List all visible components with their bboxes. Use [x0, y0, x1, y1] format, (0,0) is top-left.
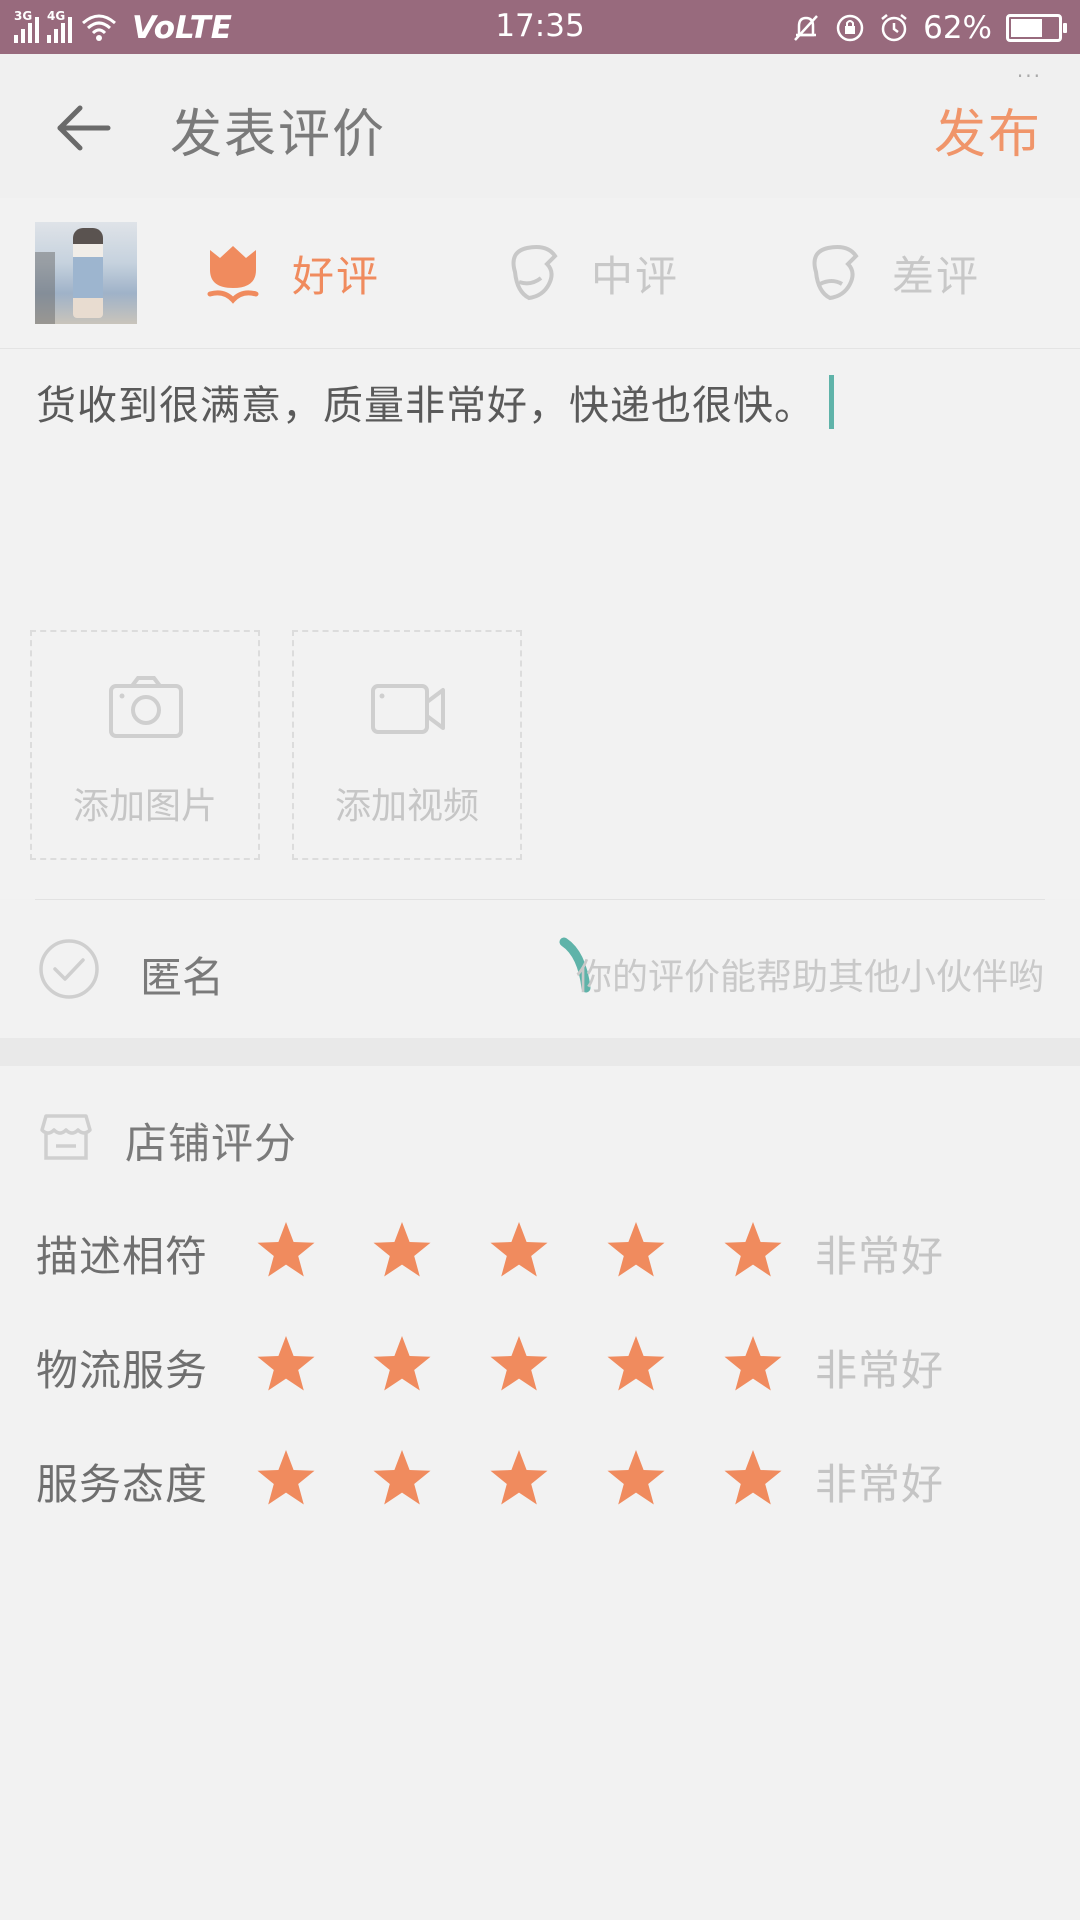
- rating-category-label: 服务态度: [36, 1460, 209, 1509]
- alarm-icon: [881, 14, 907, 42]
- more-indicator: ···: [1016, 64, 1042, 88]
- app-header: 发表评价 ··· 发布: [0, 54, 1080, 198]
- review-textarea[interactable]: 货收到很满意，质量非常好，快递也很快。: [36, 373, 834, 431]
- bad-face-icon: [812, 245, 859, 301]
- rating-selector: 好评 中评 差评: [0, 198, 1080, 349]
- text-caret: [829, 375, 834, 429]
- camera-icon: [109, 676, 183, 738]
- anonymous-hint: 你的评价能帮助其他小伙伴哟: [575, 957, 1044, 998]
- battery-percent: 62%: [923, 10, 992, 46]
- rating-category-label: 物流服务: [36, 1346, 209, 1395]
- anonymous-label: 匿名: [140, 953, 225, 1002]
- status-bar: 3G 4G VoLTE 17:35 62%: [0, 0, 1080, 54]
- shop-rating-row: 描述相符 非常好: [0, 1211, 1080, 1291]
- page-title: 发表评价: [170, 105, 387, 165]
- flower-icon: [207, 246, 259, 304]
- rating-option-label: 好评: [292, 251, 381, 301]
- rating-option-label: 中评: [591, 251, 680, 301]
- star-icon[interactable]: [256, 1447, 316, 1509]
- star-icon[interactable]: [489, 1219, 549, 1281]
- star-icon[interactable]: [256, 1219, 316, 1281]
- add-photo-label: 添加图片: [72, 786, 217, 827]
- review-text-value: 货收到很满意，质量非常好，快递也很快。: [36, 383, 815, 429]
- star-icon[interactable]: [606, 1333, 666, 1395]
- add-photo-button[interactable]: 添加图片: [30, 630, 260, 860]
- add-video-label: 添加视频: [334, 786, 479, 827]
- product-thumbnail: [35, 222, 137, 324]
- status-right: 62%: [791, 8, 1067, 48]
- star-icon[interactable]: [372, 1333, 432, 1395]
- mute-bell-icon: [794, 15, 819, 41]
- anonymous-checkbox-icon[interactable]: [38, 938, 100, 1000]
- rating-category-label: 描述相符: [36, 1232, 209, 1281]
- shop-rating-row: 服务态度 非常好: [0, 1439, 1080, 1519]
- neutral-face-icon: [511, 245, 558, 301]
- store-icon: [40, 1114, 92, 1160]
- add-video-button[interactable]: 添加视频: [292, 630, 522, 860]
- rating-verdict: 非常好: [815, 1232, 945, 1281]
- star-icon[interactable]: [256, 1333, 316, 1395]
- rating-verdict: 非常好: [815, 1460, 945, 1509]
- rating-option-good[interactable]: 好评: [204, 236, 380, 310]
- rating-option-label: 差评: [892, 251, 981, 301]
- rating-option-bad[interactable]: 差评: [806, 236, 980, 310]
- anonymous-row: 匿名 你的评价能帮助其他小伙伴哟: [0, 900, 1080, 1038]
- star-icon[interactable]: [489, 1333, 549, 1395]
- star-icon[interactable]: [606, 1447, 666, 1509]
- star-icon[interactable]: [723, 1333, 783, 1395]
- star-icon[interactable]: [723, 1219, 783, 1281]
- battery-icon: [1006, 14, 1067, 42]
- star-icon[interactable]: [372, 1219, 432, 1281]
- section-separator: [0, 1038, 1080, 1066]
- star-icon[interactable]: [723, 1447, 783, 1509]
- star-icon[interactable]: [489, 1447, 549, 1509]
- shop-rating-row: 物流服务 非常好: [0, 1325, 1080, 1405]
- rating-verdict: 非常好: [815, 1346, 945, 1395]
- video-camera-icon: [371, 684, 445, 734]
- star-icon[interactable]: [372, 1447, 432, 1509]
- rotation-lock-icon: [836, 14, 864, 42]
- publish-button[interactable]: 发布: [934, 92, 1042, 167]
- star-icon[interactable]: [606, 1219, 666, 1281]
- shop-rating-section: 店铺评分 描述相符 非常好 物流服务 非常好 服务态度 非常好: [0, 1066, 1080, 1920]
- rating-option-neutral[interactable]: 中评: [505, 236, 679, 310]
- shop-rating-title: 店铺评分: [125, 1119, 298, 1168]
- review-editor: 货收到很满意，质量非常好，快递也很快。 添加图片 添加视频: [0, 349, 1080, 899]
- back-arrow-icon[interactable]: [52, 96, 116, 160]
